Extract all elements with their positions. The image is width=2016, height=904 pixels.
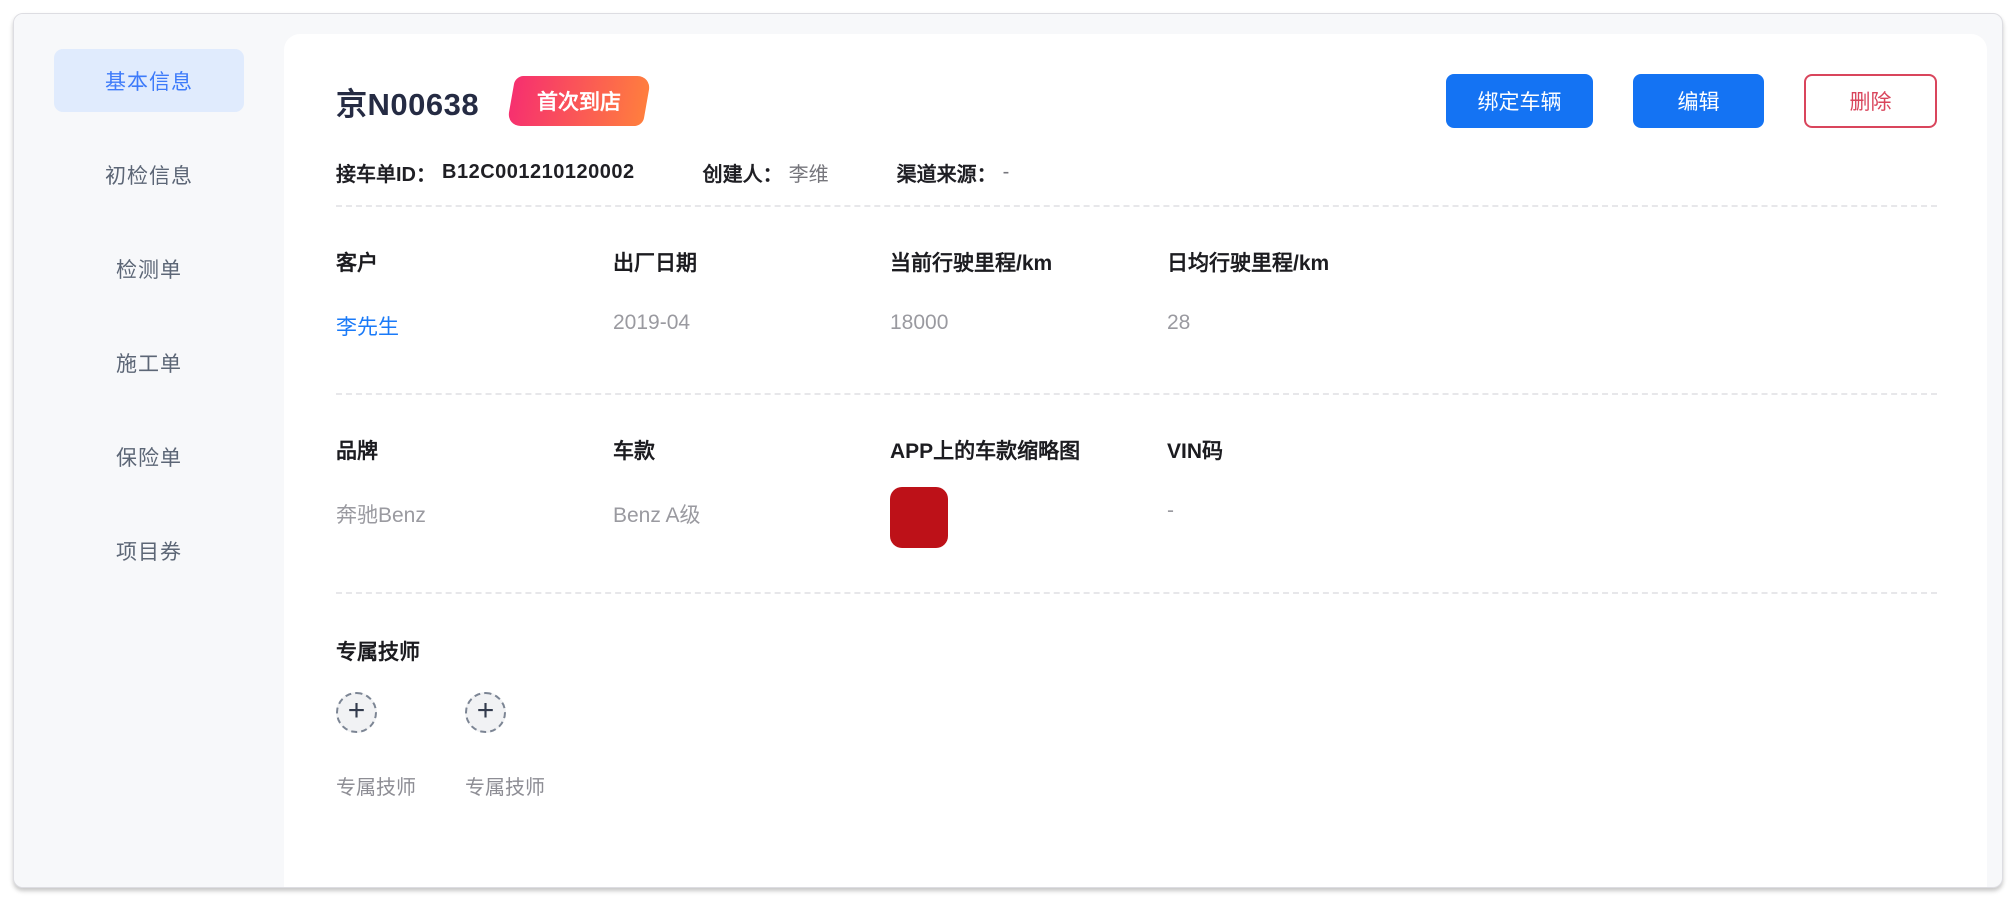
technician-slot: + 专属技师 [465,692,594,800]
factory-date-label: 出厂日期 [613,247,890,277]
field-daily-mileage: 日均行驶里程/km 28 [1167,247,1444,341]
field-vin: VIN码 - [1167,435,1444,548]
technician-slot-label: 专属技师 [336,771,465,800]
info-row-customer: 客户 李先生 出厂日期 2019-04 当前行驶里程/km 18000 日均行驶… [336,247,1937,375]
sidebar: 基本信息 初检信息 检测单 施工单 保险单 项目券 [14,14,284,887]
field-app-thumbnail: APP上的车款缩略图 [890,435,1167,548]
header-row: 京N00638 首次到店 绑定车辆 编辑 删除 [336,74,1937,128]
plus-icon: + [348,696,366,726]
technician-slots: + 专属技师 + 专属技师 [336,692,1937,800]
field-customer: 客户 李先生 [336,247,613,341]
app-thumbnail-label: APP上的车款缩略图 [890,435,1167,465]
vehicle-detail-card: 基本信息 初检信息 检测单 施工单 保险单 项目券 京N00638 首次到店 绑… [13,13,2003,888]
creator-label: 创建人： [703,158,783,187]
meta-item-order-id: 接车单ID： B12C001210120002 [336,158,635,187]
customer-value-link[interactable]: 李先生 [336,311,613,341]
add-technician-button[interactable]: + [465,692,506,733]
brand-value: 奔驰Benz [336,499,613,529]
first-visit-badge: 首次到店 [507,76,652,126]
dashed-divider [336,205,1937,207]
first-visit-badge-label: 首次到店 [537,86,621,116]
field-model: 车款 Benz A级 [613,435,890,548]
field-factory-date: 出厂日期 2019-04 [613,247,890,341]
daily-mileage-label: 日均行驶里程/km [1167,247,1444,277]
channel-source-label: 渠道来源： [897,158,997,187]
technician-slot-label: 专属技师 [465,771,594,800]
daily-mileage-value: 28 [1167,311,1444,335]
field-current-mileage: 当前行驶里程/km 18000 [890,247,1167,341]
creator-value: 李维 [789,158,829,187]
sidebar-item-inspection-order[interactable]: 检测单 [54,237,244,300]
vin-label: VIN码 [1167,435,1444,465]
technician-section: 专属技师 + 专属技师 + 专属技师 [336,636,1937,800]
brand-label: 品牌 [336,435,613,465]
current-mileage-label: 当前行驶里程/km [890,247,1167,277]
order-id-value: B12C001210120002 [442,161,635,184]
sidebar-item-work-order[interactable]: 施工单 [54,331,244,394]
plus-icon: + [477,696,495,726]
page-title-plate-number: 京N00638 [336,79,479,124]
sidebar-item-insurance-order[interactable]: 保险单 [54,425,244,488]
add-technician-button[interactable]: + [336,692,377,733]
meta-item-creator: 创建人： 李维 [703,158,829,187]
dashed-divider [336,393,1937,395]
meta-item-channel-source: 渠道来源： - [897,158,1010,187]
vin-value: - [1167,499,1444,523]
action-button-group: 绑定车辆 编辑 删除 [1446,74,1937,128]
delete-button[interactable]: 删除 [1804,74,1937,128]
main-panel: 京N00638 首次到店 绑定车辆 编辑 删除 接车单ID： B12C00121… [284,34,1987,887]
technician-slot: + 专属技师 [336,692,465,800]
dashed-divider [336,592,1937,594]
sidebar-item-initial-check[interactable]: 初检信息 [54,143,244,206]
current-mileage-value: 18000 [890,311,1167,335]
factory-date-value: 2019-04 [613,311,890,335]
edit-button[interactable]: 编辑 [1633,74,1764,128]
field-brand: 品牌 奔驰Benz [336,435,613,548]
meta-row: 接车单ID： B12C001210120002 创建人： 李维 渠道来源： - [336,158,1937,187]
customer-label: 客户 [336,247,613,277]
info-row-vehicle: 品牌 奔驰Benz 车款 Benz A级 APP上的车款缩略图 VIN码 - [336,435,1937,574]
title-wrap: 京N00638 首次到店 [336,76,647,126]
vehicle-thumbnail-image[interactable] [890,487,948,548]
technician-section-title: 专属技师 [336,636,1937,666]
sidebar-item-basic-info[interactable]: 基本信息 [54,49,244,112]
bind-vehicle-button[interactable]: 绑定车辆 [1446,74,1593,128]
model-value: Benz A级 [613,499,890,529]
sidebar-item-project-coupon[interactable]: 项目券 [54,519,244,582]
model-label: 车款 [613,435,890,465]
channel-source-value: - [1003,161,1010,184]
order-id-label: 接车单ID： [336,158,436,187]
